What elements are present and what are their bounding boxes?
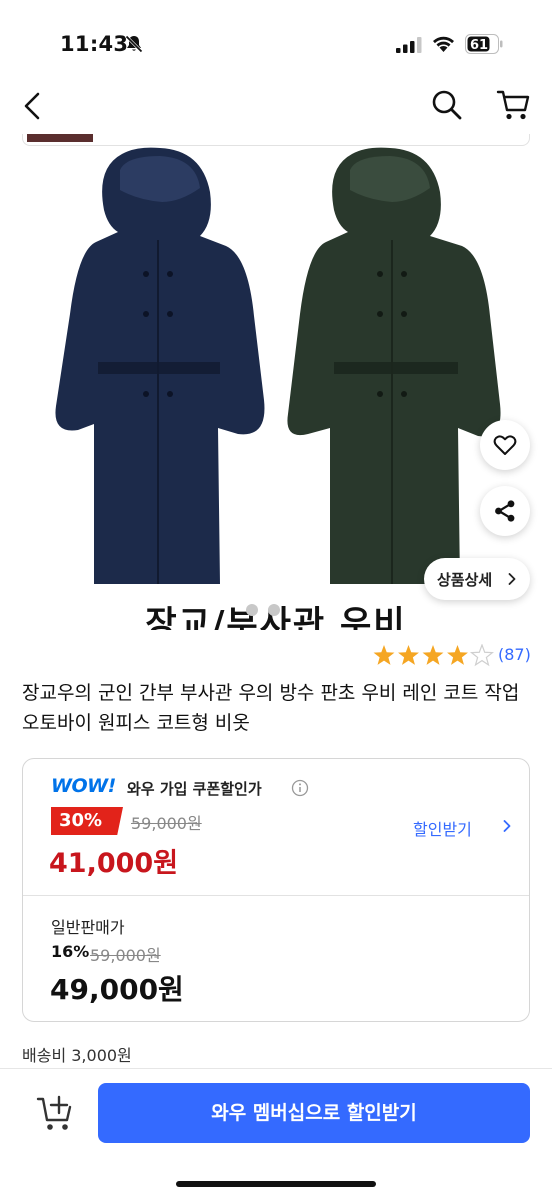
normal-discount-rate: 16% <box>51 942 90 961</box>
status-bar: 11:43 61 <box>0 0 552 80</box>
review-count[interactable]: (87) <box>498 645 531 664</box>
home-indicator <box>176 1181 376 1187</box>
product-image-gallery[interactable]: 장교/부사관 우비 상품상세 <box>0 134 552 630</box>
wow-discount-badge: 30% <box>51 807 123 835</box>
star-filled-icon <box>422 645 444 665</box>
wow-price-section: WOW! 와우 가입 쿠폰할인가 30% 59,000원 41,000원 할인받… <box>23 759 529 895</box>
shipping-fee: 배송비 3,000원 <box>22 1046 132 1065</box>
star-filled-icon <box>373 645 395 665</box>
coupon-link-label: 할인받기 <box>413 820 472 839</box>
info-icon[interactable] <box>291 779 309 797</box>
signal-icon <box>396 37 422 53</box>
nav-bar <box>0 80 552 134</box>
wifi-icon <box>433 36 454 52</box>
product-detail-button[interactable]: 상품상세 <box>424 558 530 600</box>
status-time: 11:43 <box>60 32 129 56</box>
battery-level: 61 <box>470 38 488 53</box>
product-detail-label: 상품상세 <box>437 571 493 589</box>
wow-price-label: 와우 가입 쿠폰할인가 <box>127 780 262 798</box>
favorite-button[interactable] <box>480 420 530 470</box>
star-rating <box>373 644 494 667</box>
normal-final-price: 49,000원 <box>50 973 184 1006</box>
share-icon <box>495 500 515 522</box>
price-box: WOW! 와우 가입 쿠폰할인가 30% 59,000원 41,000원 할인받… <box>22 758 530 1022</box>
normal-price-section: 일반판매가 16% 59,000원 49,000원 <box>23 896 529 1021</box>
star-filled-icon <box>447 645 468 665</box>
star-empty-icon <box>469 644 494 667</box>
heart-icon <box>493 435 517 455</box>
chevron-right-icon <box>508 573 516 585</box>
wow-original-price: 59,000원 <box>131 814 202 833</box>
wow-final-price: 41,000원 <box>49 848 179 879</box>
cart-icon[interactable] <box>496 88 532 122</box>
gallery-dot[interactable] <box>268 604 280 616</box>
chevron-right-icon <box>503 820 511 832</box>
coupon-link[interactable]: 할인받기 <box>413 816 511 840</box>
rating-summary[interactable]: (87) <box>372 642 542 670</box>
back-icon[interactable] <box>18 88 46 124</box>
battery-icon: 61 <box>465 34 503 54</box>
bell-off-icon <box>124 34 144 54</box>
wow-logo: WOW! <box>51 775 116 797</box>
gallery-page-dots <box>246 604 306 618</box>
add-to-cart-icon[interactable] <box>36 1093 76 1133</box>
bottom-action-bar: 와우 멤버십으로 할인받기 <box>0 1068 552 1200</box>
navy-raincoat-image <box>55 147 265 584</box>
normal-price-label: 일반판매가 <box>51 918 125 937</box>
share-button[interactable] <box>480 486 530 536</box>
normal-original-price: 59,000원 <box>90 946 161 965</box>
gallery-dot[interactable] <box>246 604 258 616</box>
search-icon[interactable] <box>430 88 464 122</box>
product-title: 장교우의 군인 간부 부사관 우의 방수 판초 우비 레인 코트 작업 오토바이… <box>22 682 520 734</box>
green-raincoat-image <box>287 147 501 584</box>
wow-membership-discount-button[interactable]: 와우 멤버십으로 할인받기 <box>98 1083 530 1143</box>
star-filled-icon <box>398 645 419 665</box>
